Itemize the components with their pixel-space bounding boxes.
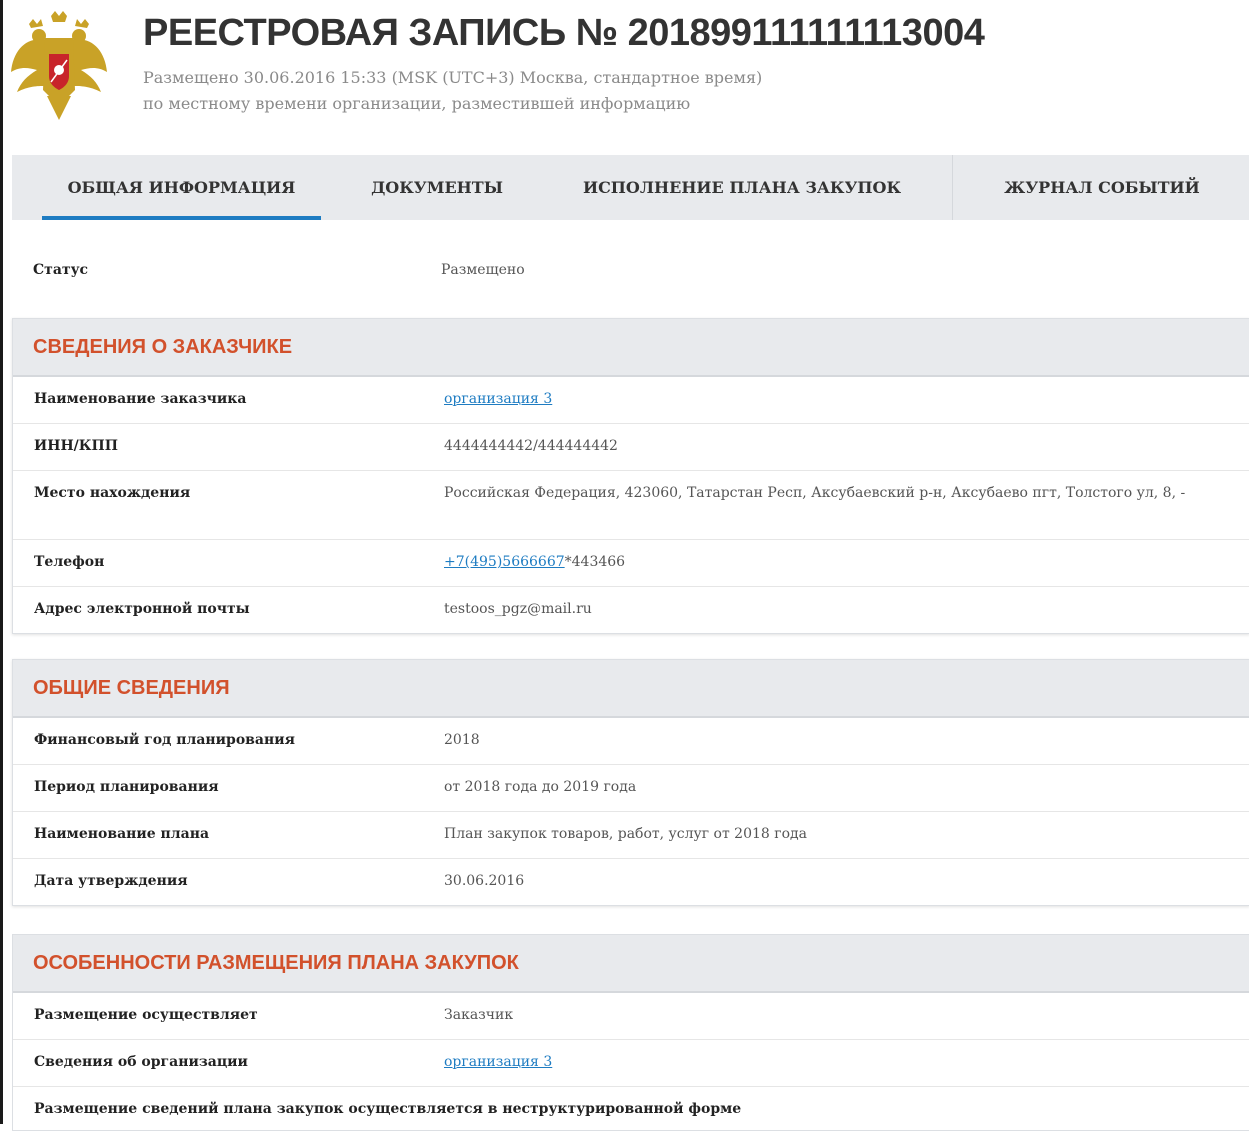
location-row: Место нахождения Российская Федерация, 4… <box>13 471 1249 540</box>
tab-general-info[interactable]: ОБЩАЯ ИНФОРМАЦИЯ <box>42 155 321 220</box>
phone-value: +7(495)5666667*443466 <box>444 554 625 570</box>
field-label: Наименование плана <box>34 826 210 842</box>
email-value: testoos_pgz@mail.ru <box>444 601 592 617</box>
left-frame-border <box>0 0 3 1124</box>
field-label: Адрес электронной почты <box>34 601 250 617</box>
phone-link[interactable]: +7(495)5666667 <box>444 554 565 570</box>
field-label: ИНН/КПП <box>34 438 118 454</box>
fiscal-year-row: Финансовый год планирования 2018 <box>13 718 1249 765</box>
status-label: Статус <box>33 262 89 278</box>
planning-period-value: от 2018 года до 2019 года <box>444 779 637 795</box>
approval-date-value: 30.06.2016 <box>444 873 525 889</box>
status-value: Размещено <box>441 262 525 278</box>
plan-name-value: План закупок товаров, работ, услуг от 20… <box>444 826 807 842</box>
organization-link[interactable]: организация 3 <box>444 1054 552 1070</box>
customer-section: СВЕДЕНИЯ О ЗАКАЗЧИКЕ Наименование заказч… <box>12 318 1249 634</box>
publish-date: Размещено 30.06.2016 15:33 (MSK (UTC+3) … <box>143 68 763 87</box>
approval-date-row: Дата утверждения 30.06.2016 <box>13 859 1249 905</box>
field-label: Финансовый год планирования <box>34 732 295 748</box>
email-row: Адрес электронной почты testoos_pgz@mail… <box>13 587 1249 633</box>
section-title: СВЕДЕНИЯ О ЗАКАЗЧИКЕ <box>33 336 293 358</box>
tab-event-log[interactable]: ЖУРНАЛ СОБЫТИЙ <box>992 155 1212 220</box>
inn-kpp-row: ИНН/КПП 4444444442/444444442 <box>13 424 1249 471</box>
field-label: Размещение осуществляет <box>34 1007 258 1023</box>
coat-of-arms-icon <box>11 11 107 120</box>
general-section: ОБЩИЕ СВЕДЕНИЯ Финансовый год планирован… <box>12 659 1249 906</box>
field-label: Телефон <box>34 554 105 570</box>
field-label: Место нахождения <box>34 485 191 501</box>
tab-documents[interactable]: ДОКУМЕНТЫ <box>357 155 517 220</box>
location-value: Российская Федерация, 423060, Татарстан … <box>444 485 1186 501</box>
field-label: Дата утверждения <box>34 873 188 889</box>
field-label: Период планирования <box>34 779 219 795</box>
unstructured-form-label: Размещение сведений плана закупок осущес… <box>34 1101 742 1117</box>
organization-info-row: Сведения об организации организация 3 <box>13 1040 1249 1087</box>
placement-section: ОСОБЕННОСТИ РАЗМЕЩЕНИЯ ПЛАНА ЗАКУПОК Раз… <box>12 934 1249 1131</box>
status-row: Статус Размещено <box>12 248 1249 292</box>
phone-extension: *443466 <box>564 554 626 570</box>
inn-kpp-value: 4444444442/444444442 <box>444 438 618 454</box>
fiscal-year-value: 2018 <box>444 732 480 748</box>
plan-name-row: Наименование плана План закупок товаров,… <box>13 812 1249 859</box>
tab-bar: ОБЩАЯ ИНФОРМАЦИЯ ДОКУМЕНТЫ ИСПОЛНЕНИЕ ПЛ… <box>12 155 1249 220</box>
planning-period-row: Период планирования от 2018 года до 2019… <box>13 765 1249 812</box>
section-title: ОБЩИЕ СВЕДЕНИЯ <box>33 677 230 699</box>
field-label: Сведения об организации <box>34 1054 248 1070</box>
section-title: ОСОБЕННОСТИ РАЗМЕЩЕНИЯ ПЛАНА ЗАКУПОК <box>33 952 519 974</box>
timezone-note: по местному времени организации, размест… <box>143 94 691 113</box>
section-header: СВЕДЕНИЯ О ЗАКАЗЧИКЕ <box>13 319 1249 377</box>
tab-separator <box>952 155 953 220</box>
placement-by-value: Заказчик <box>444 1007 514 1023</box>
placement-by-row: Размещение осуществляет Заказчик <box>13 993 1249 1040</box>
customer-name-row: Наименование заказчика организация 3 <box>13 377 1249 424</box>
phone-row: Телефон +7(495)5666667*443466 <box>13 540 1249 587</box>
tab-plan-execution[interactable]: ИСПОЛНЕНИЕ ПЛАНА ЗАКУПОК <box>577 155 907 220</box>
section-header: ОБЩИЕ СВЕДЕНИЯ <box>13 660 1249 718</box>
customer-name-link[interactable]: организация 3 <box>444 391 552 407</box>
section-header: ОСОБЕННОСТИ РАЗМЕЩЕНИЯ ПЛАНА ЗАКУПОК <box>13 935 1249 993</box>
page-title: РЕЕСТРОВАЯ ЗАПИСЬ № 201899111111113004 <box>143 12 985 54</box>
unstructured-form-row: Размещение сведений плана закупок осущес… <box>13 1087 1249 1133</box>
field-label: Наименование заказчика <box>34 391 247 407</box>
